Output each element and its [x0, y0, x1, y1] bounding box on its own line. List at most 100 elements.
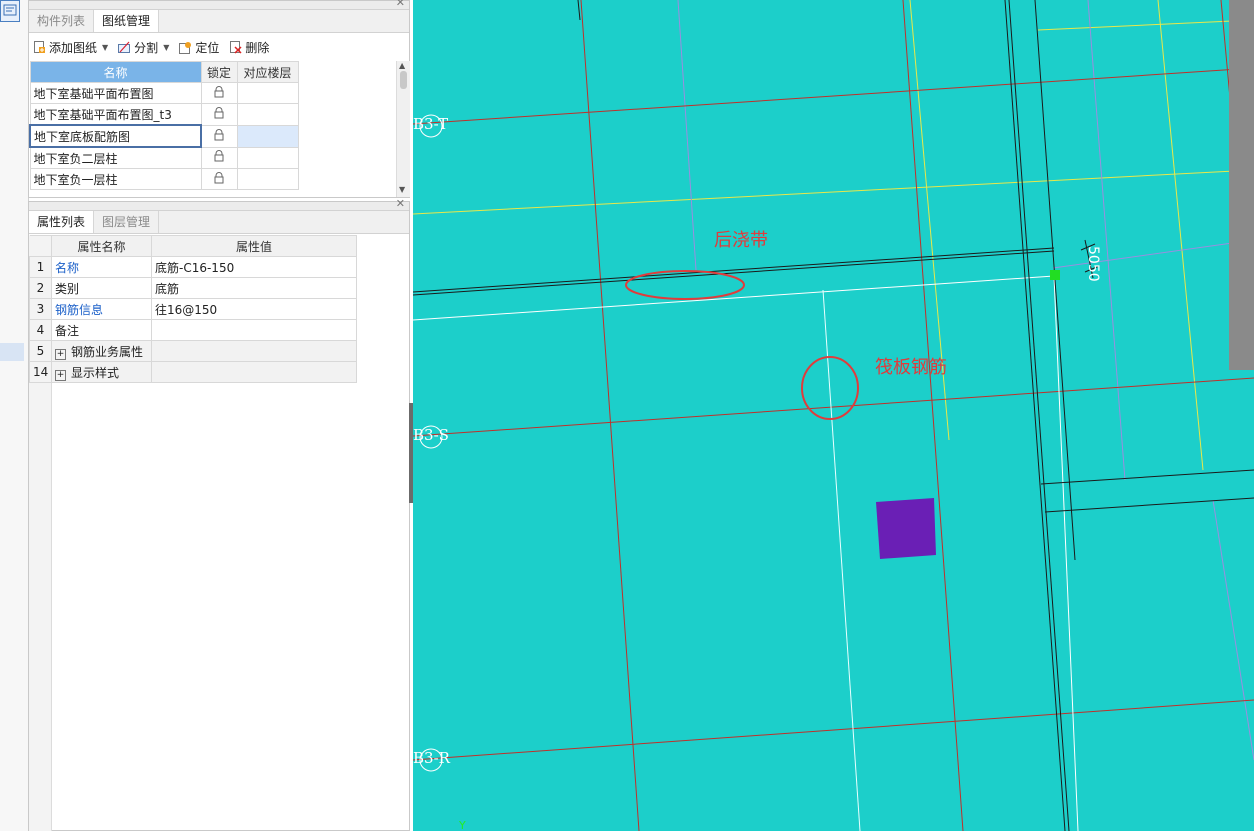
- panel-titlebar: ✕: [29, 197, 409, 211]
- column-header-lock[interactable]: 锁定: [200, 61, 238, 83]
- column-header-floor[interactable]: 对应楼层: [236, 61, 299, 83]
- property-group-name[interactable]: + 显示样式: [51, 361, 152, 383]
- floor-cell[interactable]: [236, 82, 299, 104]
- red-axis-line: [413, 699, 1254, 761]
- expand-icon[interactable]: +: [55, 348, 66, 360]
- row-number-header: [29, 235, 52, 257]
- delete-icon: [229, 40, 242, 54]
- row-number: 1: [29, 256, 52, 278]
- drawing-name-cell[interactable]: 地下室负二层柱: [29, 146, 202, 169]
- drawing-canvas[interactable]: Y B3-T B3-S B3-R 5050 后浇带 筏板钢筋: [413, 0, 1254, 831]
- white-rebar-line: [413, 275, 1055, 321]
- property-group-label: 显示样式: [71, 365, 120, 380]
- drawing-table-wrap: 名称 锁定 对应楼层 地下室基础平面布置图 地下室基础平面布置图_t3 地下室底…: [29, 61, 398, 197]
- dimension-text: 5050: [1085, 246, 1101, 282]
- purple-grid-line: [677, 0, 697, 271]
- property-value[interactable]: [151, 319, 357, 341]
- wall-line: [413, 247, 1055, 293]
- scroll-thumb[interactable]: [400, 71, 407, 89]
- canvas-edge-bar: [1229, 0, 1254, 370]
- table-row-selected[interactable]: 地下室底板配筋图: [29, 124, 299, 148]
- drawing-name-cell[interactable]: 地下室负一层柱: [29, 168, 202, 190]
- tab-layer-management[interactable]: 图层管理: [94, 211, 160, 233]
- locate-icon: [179, 41, 192, 54]
- close-icon[interactable]: ✕: [396, 0, 405, 9]
- drawing-name-cell[interactable]: 地下室底板配筋图: [29, 124, 202, 148]
- lock-icon[interactable]: [200, 146, 238, 169]
- scroll-down-icon[interactable]: ▼: [399, 185, 405, 194]
- scroll-up-icon[interactable]: ▲: [399, 61, 405, 70]
- property-value[interactable]: 往16@150: [151, 298, 357, 320]
- column-header-name[interactable]: 名称: [29, 61, 202, 83]
- column-header-property-value[interactable]: 属性值: [151, 235, 357, 257]
- chevron-down-icon[interactable]: ▼: [163, 43, 169, 52]
- dock-panel-icon[interactable]: [0, 0, 20, 22]
- floor-cell[interactable]: [236, 146, 299, 169]
- floor-cell[interactable]: [236, 124, 299, 148]
- wall-line: [1004, 0, 1066, 831]
- yellow-grid-line: [1157, 0, 1204, 471]
- locate-button[interactable]: 定位: [179, 39, 219, 56]
- wall-line: [413, 250, 1055, 296]
- drawing-toolbar: 添加图纸 ▼ 分割 ▼ 定位 删除: [29, 33, 409, 61]
- table-row[interactable]: 地下室负一层柱: [29, 168, 299, 190]
- annotation-ellipse-post-pour-strip: [625, 270, 745, 300]
- lock-icon[interactable]: [200, 103, 238, 126]
- column-block[interactable]: [876, 498, 936, 559]
- property-value[interactable]: 底筋: [151, 277, 357, 299]
- row-number: 2: [29, 277, 52, 299]
- table-row[interactable]: 3 钢筋信息 往16@150: [29, 298, 357, 320]
- cad-drawing[interactable]: Y: [413, 0, 1254, 831]
- table-row-group[interactable]: 5 + 钢筋业务属性: [29, 340, 357, 362]
- property-panel: ✕ 属性列表 图层管理 属性名称 属性值 1 名称 底筋-C16-150 2 类…: [28, 197, 410, 831]
- table-row-group[interactable]: 14 + 显示样式: [29, 361, 357, 383]
- panel-titlebar: ✕: [29, 0, 409, 10]
- red-axis-line: [413, 377, 1254, 437]
- table-row[interactable]: 地下室负二层柱: [29, 146, 299, 169]
- table-row[interactable]: 2 类别 底筋: [29, 277, 357, 299]
- add-drawing-button[interactable]: 添加图纸 ▼: [33, 39, 108, 56]
- annotation-raft-rebar: 筏板钢筋: [875, 357, 947, 378]
- table-row[interactable]: 1 名称 底筋-C16-150: [29, 256, 357, 278]
- red-axis-line: [902, 0, 964, 831]
- lock-icon[interactable]: [200, 82, 238, 104]
- expand-icon[interactable]: +: [55, 369, 66, 381]
- lock-icon[interactable]: [200, 168, 238, 190]
- delete-button[interactable]: 删除: [229, 39, 269, 56]
- chevron-down-icon[interactable]: ▼: [102, 43, 108, 52]
- floor-cell[interactable]: [236, 103, 299, 126]
- add-document-icon: [33, 40, 46, 54]
- axis-label-b3-s: B3-S: [413, 426, 449, 444]
- table-row[interactable]: 地下室基础平面布置图: [29, 82, 299, 104]
- table-header-row: 属性名称 属性值: [29, 235, 357, 257]
- table-row[interactable]: 地下室基础平面布置图_t3: [29, 103, 299, 126]
- annotation-post-pour-strip: 后浇带: [714, 230, 768, 251]
- table-row[interactable]: 4 备注: [29, 319, 357, 341]
- drawing-name-cell[interactable]: 地下室基础平面布置图: [29, 82, 202, 104]
- wall-line: [1040, 469, 1254, 485]
- table-header-row: 名称 锁定 对应楼层: [29, 61, 299, 83]
- property-panel-tabs: 属性列表 图层管理: [29, 211, 409, 234]
- floor-cell[interactable]: [236, 168, 299, 190]
- close-icon[interactable]: ✕: [396, 197, 405, 210]
- drawing-name-cell[interactable]: 地下室基础平面布置图_t3: [29, 103, 202, 126]
- property-value: [151, 340, 357, 362]
- row-number: 5: [29, 340, 52, 362]
- split-button[interactable]: 分割 ▼: [118, 39, 169, 56]
- property-name: 类别: [51, 277, 152, 299]
- column-header-property-name[interactable]: 属性名称: [51, 235, 152, 257]
- property-name: 钢筋信息: [51, 298, 152, 320]
- axis-label-b3-r: B3-R: [413, 749, 450, 767]
- row-number: 14: [29, 361, 52, 383]
- drawing-table: 名称 锁定 对应楼层 地下室基础平面布置图 地下室基础平面布置图_t3 地下室底…: [29, 61, 299, 190]
- property-group-name[interactable]: + 钢筋业务属性: [51, 340, 152, 362]
- property-value[interactable]: 底筋-C16-150: [151, 256, 357, 278]
- tab-drawing-management[interactable]: 图纸管理: [94, 10, 160, 32]
- tab-component-list[interactable]: 构件列表: [29, 10, 95, 32]
- purple-grid-line: [1052, 239, 1254, 269]
- tab-property-list[interactable]: 属性列表: [29, 211, 95, 233]
- vertical-scrollbar[interactable]: ▲ ▼: [396, 61, 410, 197]
- delete-label: 删除: [245, 40, 270, 55]
- lock-icon[interactable]: [200, 124, 238, 148]
- grip-point[interactable]: [1050, 270, 1060, 280]
